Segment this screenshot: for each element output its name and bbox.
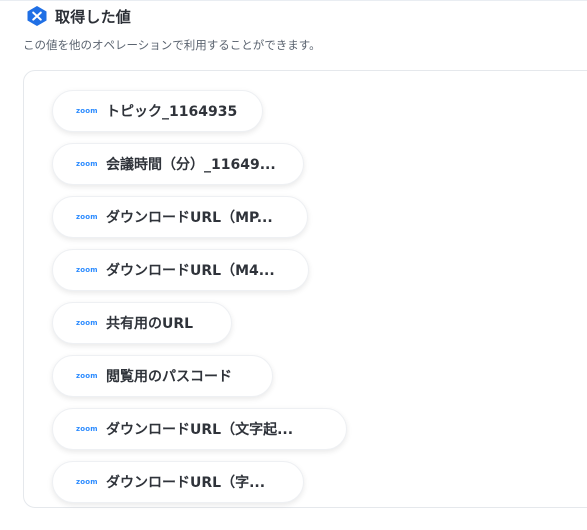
value-chip-download-url-transcript[interactable]: zoom ダウンロードURL（文字起... xyxy=(52,408,347,450)
section-title: 取得した値 xyxy=(55,7,132,26)
value-chip-download-url-mp4[interactable]: zoom ダウンロードURL（MP... xyxy=(52,196,308,238)
value-chip-label: トピック_1164935 xyxy=(106,104,238,120)
zoom-logo-icon: zoom xyxy=(76,107,98,115)
zoom-logo-icon: zoom xyxy=(76,478,98,486)
value-chip-share-url[interactable]: zoom 共有用のURL xyxy=(52,302,232,344)
top-divider xyxy=(0,0,587,1)
value-chip-download-url-m4a[interactable]: zoom ダウンロードURL（M4... xyxy=(52,249,309,291)
value-chip-label: ダウンロードURL（字... xyxy=(106,475,266,491)
values-panel: zoom トピック_1164935 zoom 会議時間（分）_11649... … xyxy=(23,70,587,508)
zoom-logo-icon: zoom xyxy=(76,425,98,433)
zoom-logo-icon: zoom xyxy=(76,319,98,327)
value-chip-label: 会議時間（分）_11649... xyxy=(106,157,276,173)
value-chip-topic[interactable]: zoom トピック_1164935 xyxy=(52,90,263,132)
zoom-logo-icon: zoom xyxy=(76,372,98,380)
value-chip-label: 閲覧用のパスコード xyxy=(106,369,232,385)
value-chip-view-passcode[interactable]: zoom 閲覧用のパスコード xyxy=(52,355,273,397)
value-chip-label: 共有用のURL xyxy=(106,316,194,332)
value-chip-download-url-subtitle[interactable]: zoom ダウンロードURL（字... xyxy=(52,461,304,503)
zoom-logo-icon: zoom xyxy=(76,266,98,274)
section-header: 取得した値 xyxy=(26,4,131,28)
value-chip-meeting-duration[interactable]: zoom 会議時間（分）_11649... xyxy=(52,143,304,185)
zoom-logo-icon: zoom xyxy=(76,160,98,168)
value-chip-label: ダウンロードURL（M4... xyxy=(106,263,275,279)
value-chip-label: ダウンロードURL（文字起... xyxy=(106,422,294,438)
section-description: この値を他のオペレーションで利用することができます。 xyxy=(23,38,321,52)
zoom-logo-icon: zoom xyxy=(76,213,98,221)
yoom-logo-icon xyxy=(26,5,48,27)
value-chip-label: ダウンロードURL（MP... xyxy=(106,210,273,226)
